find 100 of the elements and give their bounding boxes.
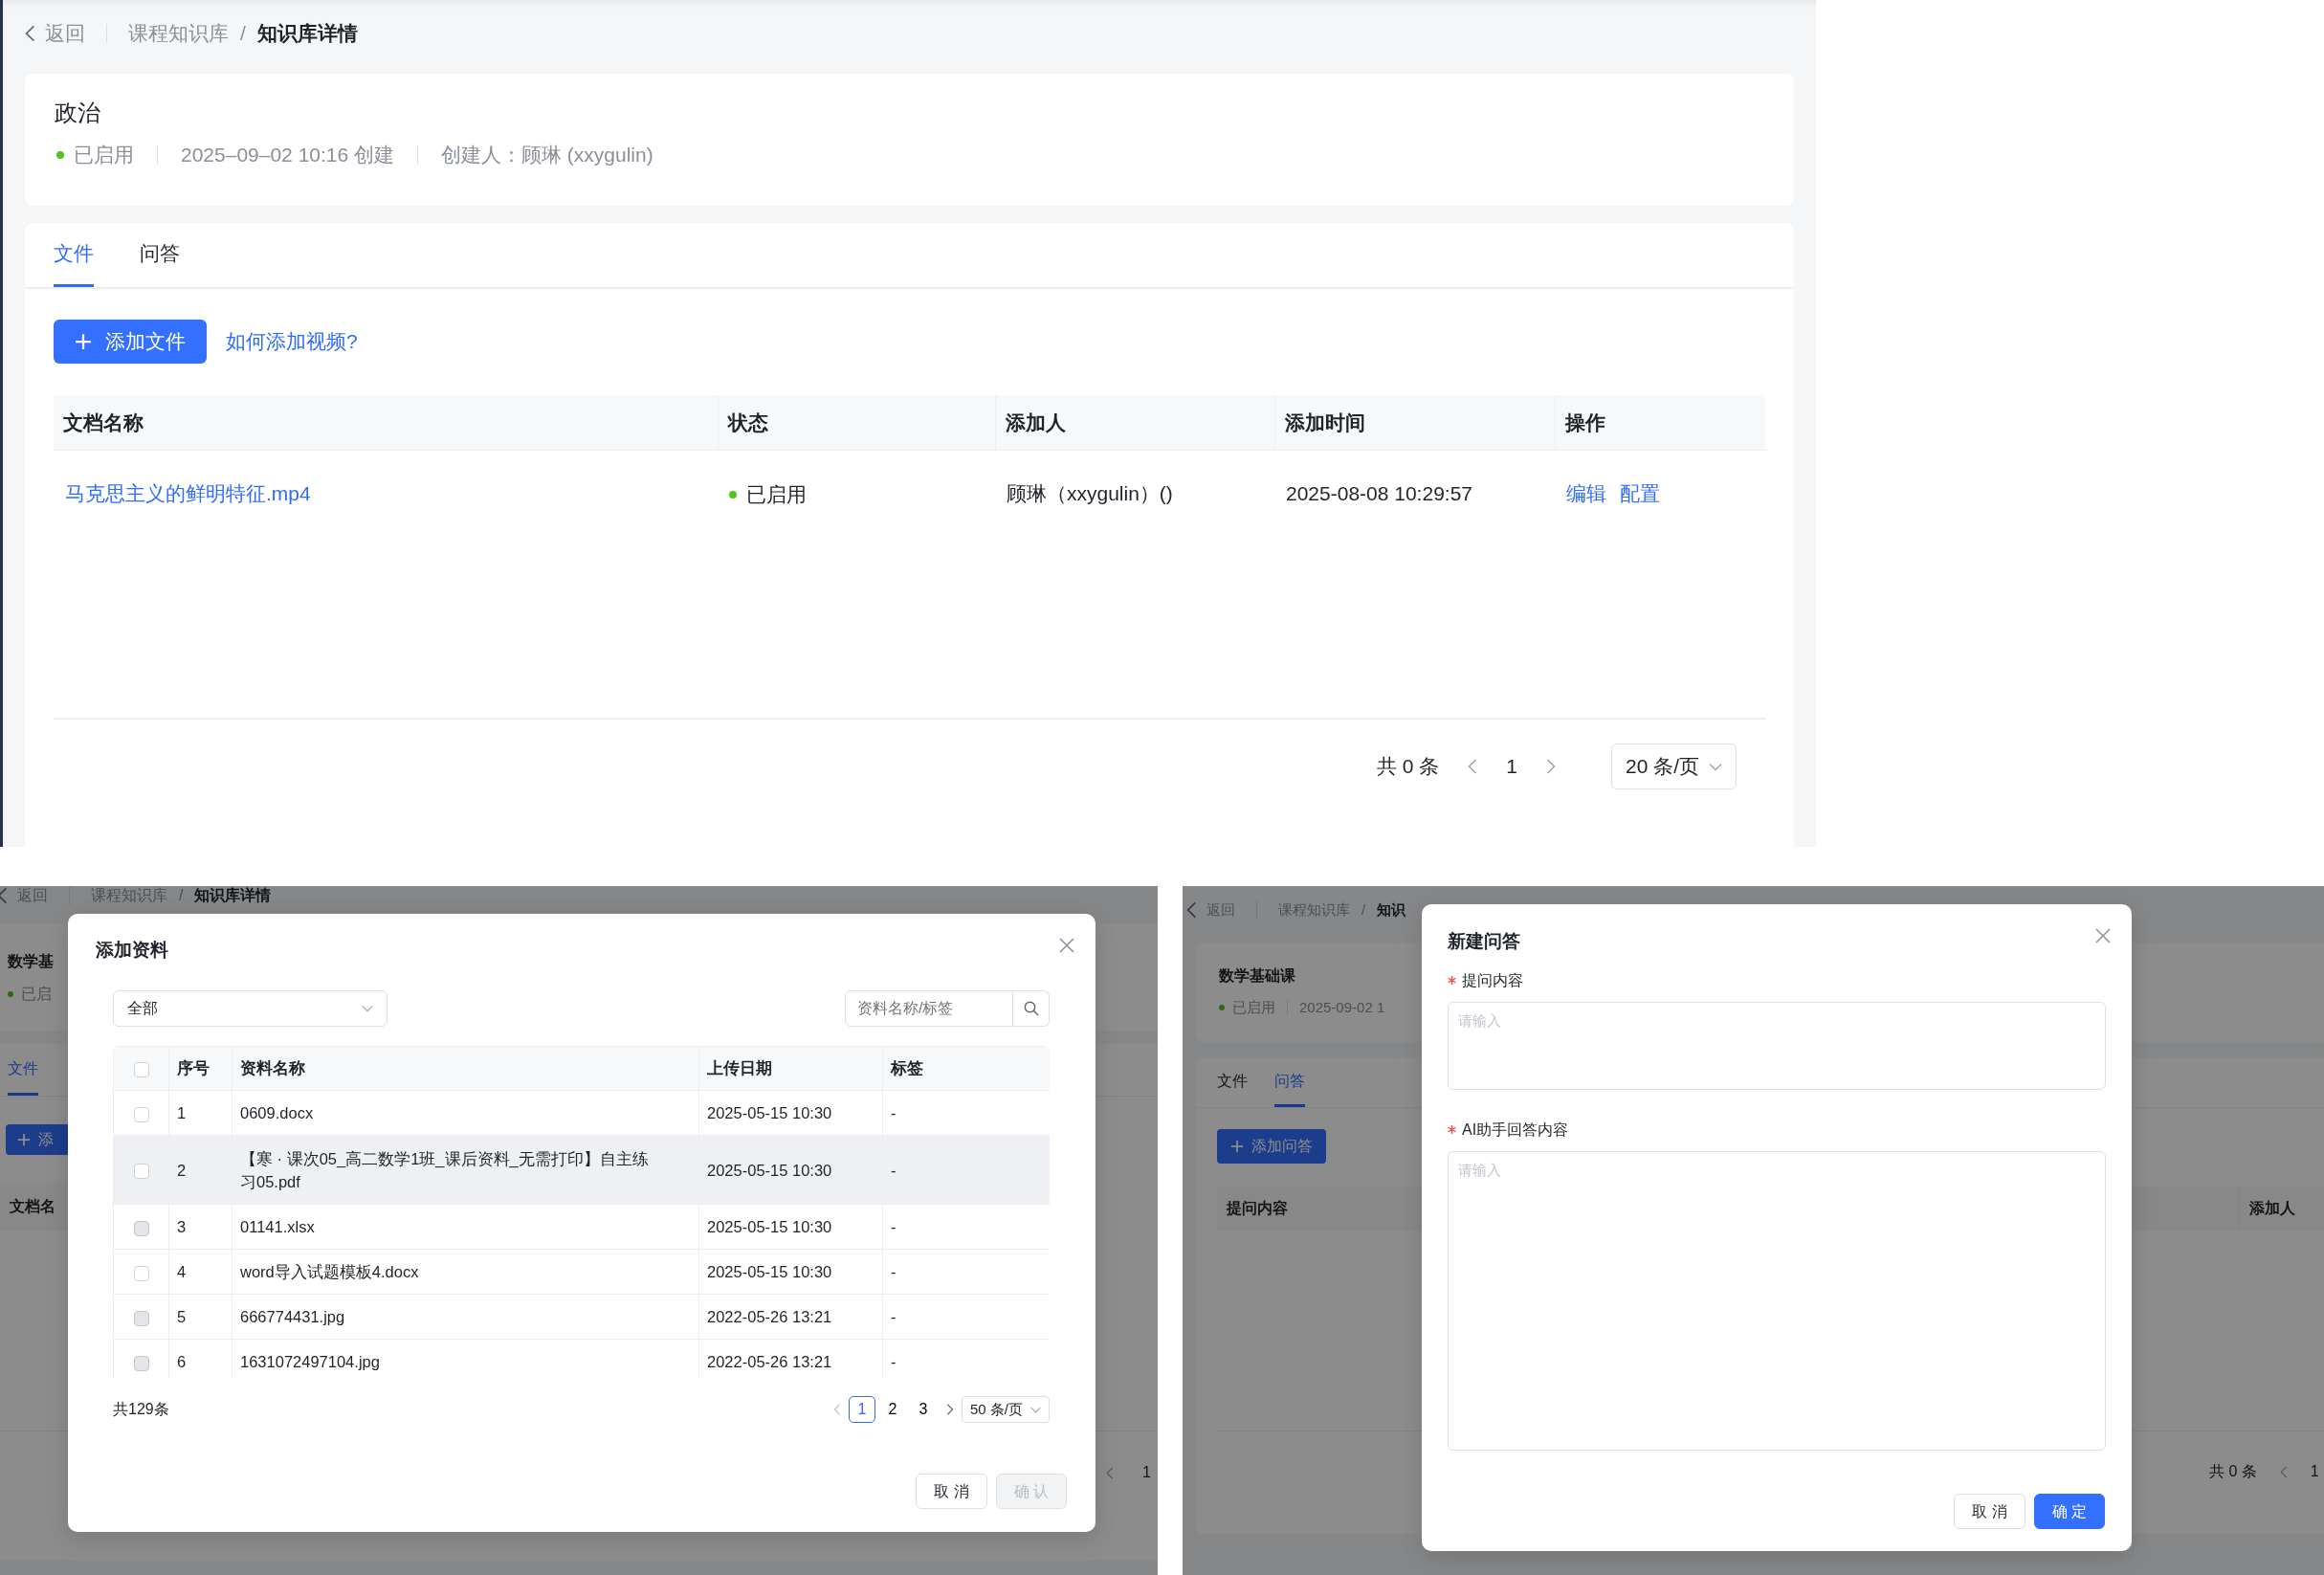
tab[interactable]: 问答: [140, 223, 180, 287]
status-dot-icon: [56, 151, 64, 159]
breadcrumb-separator: /: [179, 886, 184, 905]
table-cell: 1: [168, 1090, 232, 1136]
prev-page-icon[interactable]: [1468, 759, 1478, 774]
page-title: 政治: [55, 99, 100, 127]
table-cell: 5: [168, 1294, 232, 1340]
created-text: 2025-09-02 1: [1299, 998, 1385, 1017]
page-number[interactable]: 1: [2310, 1460, 2319, 1483]
prev-page-icon[interactable]: [1106, 1466, 1114, 1479]
table-cell: 2025-08-08 10:29:57: [1274, 450, 1555, 536]
column-header: 标签: [882, 1046, 1050, 1091]
dialog-title: 添加资料: [96, 939, 168, 962]
dialog-button[interactable]: 取 消: [916, 1474, 987, 1509]
table-cell: 2: [168, 1135, 232, 1205]
add-file-button[interactable]: 添加文件: [54, 320, 207, 364]
prev-page-icon[interactable]: [832, 1404, 841, 1415]
table-cell: 2025-05-15 10:30: [698, 1135, 883, 1205]
status-text: 已启用: [1232, 998, 1275, 1017]
column-header: 提问内容: [1227, 1199, 1288, 1218]
search-field[interactable]: 资料名称/标签: [845, 990, 1013, 1027]
page-button[interactable]: 2: [878, 1396, 906, 1423]
file-link[interactable]: 马克思主义的鲜明特征.mp4: [65, 481, 311, 504]
breadcrumb-link[interactable]: 课程知识库: [128, 18, 229, 49]
status-dot-icon: [1219, 1005, 1225, 1011]
table-cell: 666774431.jpg: [232, 1294, 699, 1340]
field-label: 提问内容: [1462, 970, 1523, 990]
filter-select[interactable]: 全部: [113, 990, 387, 1027]
back-link[interactable]: 返回: [0, 886, 48, 907]
total-count: 共 0 条: [1376, 754, 1440, 780]
tab[interactable]: 问答: [1274, 1057, 1305, 1107]
table-cell: 2025-05-15 10:30: [698, 1249, 883, 1295]
next-page-icon[interactable]: [1545, 759, 1556, 774]
page-button[interactable]: 3: [909, 1396, 937, 1423]
creator-text: 创建人：顾琳 (xxygulin): [441, 143, 653, 167]
breadcrumb-current: 知识: [1377, 899, 1406, 920]
checkbox[interactable]: [133, 1265, 149, 1281]
chevron-down-icon: [1030, 1406, 1041, 1413]
table-cell: 3: [168, 1204, 232, 1250]
search-button[interactable]: [1013, 990, 1050, 1027]
dialog-title: 新建问答: [1448, 930, 1520, 953]
column-header: 资料名称: [232, 1046, 699, 1091]
column-header: 状态: [718, 395, 995, 450]
table-cell: 【寒 · 课次05_高二数学1班_课后资料_无需打印】自主练习05.pdf: [232, 1135, 699, 1205]
page-number[interactable]: 1: [1142, 1461, 1151, 1484]
next-page-icon[interactable]: [945, 1404, 954, 1415]
text-area[interactable]: 请输入: [1448, 1001, 2106, 1090]
checkbox[interactable]: [133, 1164, 149, 1180]
prev-page-icon[interactable]: [2279, 1465, 2288, 1478]
status-text: 已启用: [746, 482, 807, 508]
search-icon: [1023, 1001, 1039, 1016]
table-cell: 2025-05-15 10:30: [698, 1204, 883, 1250]
chevron-left-icon: [0, 887, 8, 904]
table-cell: 4: [168, 1249, 232, 1295]
status-text: 已启: [21, 985, 52, 1004]
breadcrumb-separator: /: [1361, 899, 1366, 920]
breadcrumb-link[interactable]: 课程知识库: [1278, 898, 1350, 921]
text-area[interactable]: 请输入: [1448, 1150, 2106, 1451]
chevron-left-icon: [1186, 901, 1197, 919]
add-file-button[interactable]: 添: [6, 1124, 68, 1155]
column-header: 上传日期: [698, 1046, 883, 1091]
back-link[interactable]: 返回: [1186, 898, 1235, 921]
checkbox[interactable]: [133, 1106, 149, 1122]
dialog-button[interactable]: 确 定: [2033, 1494, 2105, 1529]
page-number[interactable]: 1: [1506, 751, 1517, 782]
tab[interactable]: 文件: [1217, 1057, 1248, 1107]
table-cell: 2025-05-15 10:30: [698, 1090, 883, 1136]
chevron-left-icon: [25, 25, 35, 42]
action-link[interactable]: 编辑: [1566, 481, 1606, 504]
breadcrumb-current: 知识库详情: [194, 886, 272, 905]
chevron-down-icon: [362, 1005, 373, 1012]
tab[interactable]: 文件: [8, 1044, 38, 1096]
table-cell: 0609.docx: [232, 1090, 699, 1136]
page-button[interactable]: 1: [848, 1396, 875, 1423]
close-icon[interactable]: [1059, 938, 1074, 953]
help-link[interactable]: 如何添加视频?: [226, 326, 358, 357]
total-count: 共129条: [113, 1400, 169, 1419]
column-header: 添加人: [2239, 1187, 2324, 1231]
column-header: 添加人: [995, 395, 1274, 450]
created-text: 2025–09–02 10:16 创建: [181, 143, 394, 167]
plus-icon: [17, 1133, 31, 1146]
dialog-button[interactable]: 取 消: [1954, 1494, 2025, 1529]
page-size-select[interactable]: 50 条/页: [961, 1396, 1050, 1423]
total-count: 共 0 条: [2209, 1462, 2257, 1481]
checkbox[interactable]: [133, 1061, 149, 1077]
column-header: 操作: [1555, 395, 1765, 450]
page-title: 数学基础课: [1219, 966, 1295, 986]
action-link[interactable]: 配置: [1620, 481, 1660, 504]
column-header: 添加时间: [1274, 395, 1555, 450]
back-link[interactable]: 返回: [25, 18, 85, 49]
page-title: 数学基: [8, 952, 54, 971]
column-header: 文档名: [10, 1197, 55, 1216]
table-cell: word导入试题模板4.docx: [232, 1249, 699, 1295]
breadcrumb-link[interactable]: 课程知识库: [91, 886, 167, 907]
breadcrumb-current: 知识库详情: [256, 21, 358, 47]
status-dot-icon: [8, 991, 13, 997]
close-icon[interactable]: [2095, 928, 2111, 943]
page-size-select[interactable]: 20 条/页: [1610, 743, 1737, 789]
tab[interactable]: 文件: [54, 223, 94, 287]
add-qa-button[interactable]: 添加问答: [1217, 1129, 1326, 1164]
